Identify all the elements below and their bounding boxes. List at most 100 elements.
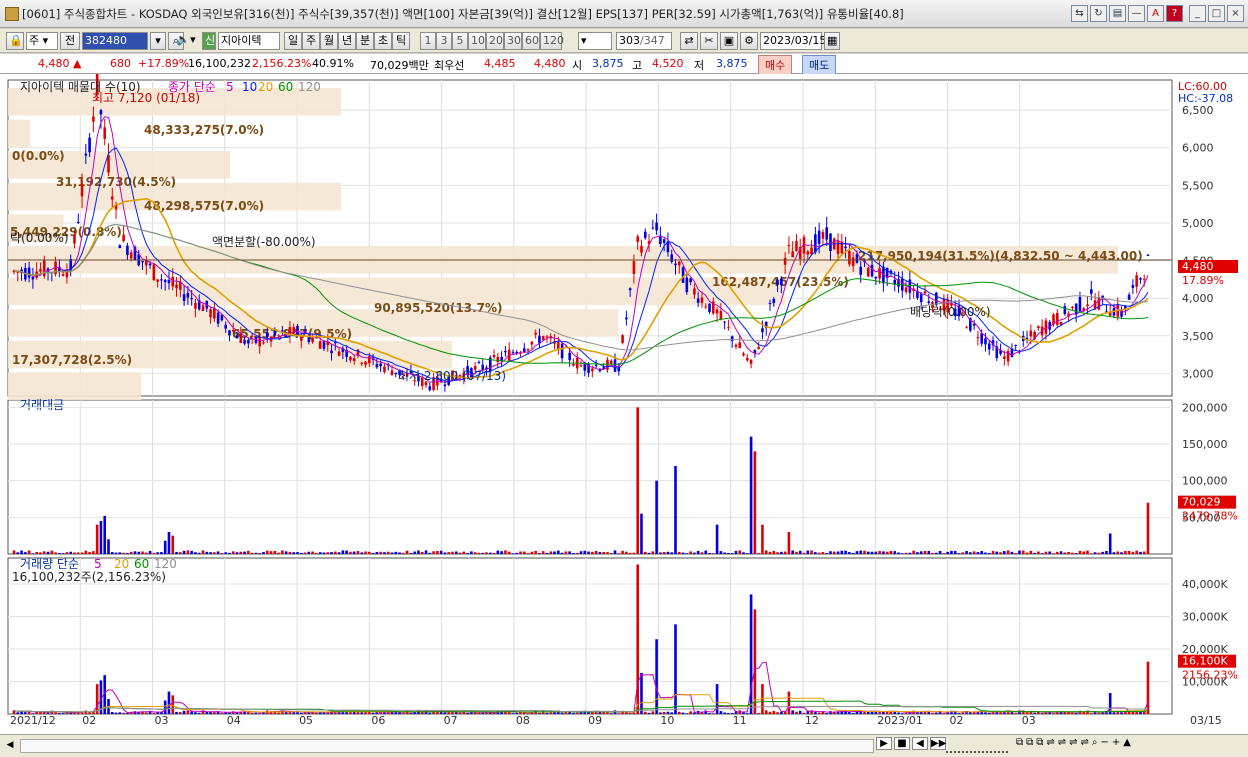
chart-scrollbar[interactable]: ◀ ▶ ■ ◀ ▶▶ ⧉⧉⧉⇌⇌⇌⇌⌕−+▲: [0, 734, 1248, 757]
amount-bar: [39, 552, 42, 554]
period-button-0[interactable]: 일: [284, 32, 302, 50]
print-icon[interactable]: ▤: [1109, 5, 1126, 22]
amount-bar: [874, 551, 878, 554]
interval-button-1[interactable]: 1: [420, 32, 436, 50]
lock-icon[interactable]: 🔒: [6, 32, 24, 50]
play-icon[interactable]: ▶: [876, 737, 892, 750]
refresh-icon[interactable]: ↻: [1090, 5, 1107, 22]
amount-bar: [103, 515, 107, 554]
amount-bar: [141, 551, 144, 554]
amount-bar: [46, 551, 50, 554]
volume-bar: [662, 711, 666, 714]
market-select[interactable]: 주 ▾: [26, 32, 58, 50]
volume-bar: [31, 713, 35, 714]
volume-bar: [772, 710, 776, 714]
amount-bar: [530, 551, 534, 554]
period-button-5[interactable]: 초: [374, 32, 392, 50]
close-button[interactable]: ×: [1227, 5, 1244, 22]
candle-body: [31, 276, 35, 280]
period-button-6[interactable]: 틱: [392, 32, 410, 50]
amount-bar: [1021, 550, 1025, 554]
minimize-button[interactable]: _: [1189, 5, 1206, 22]
volume-bar: [1139, 711, 1142, 714]
interval-button-3[interactable]: 3: [436, 32, 452, 50]
candle-body: [167, 280, 171, 284]
amount-title: 거래대금: [20, 398, 64, 412]
interval-button-10[interactable]: 10: [468, 32, 486, 50]
volume-bar: [1131, 711, 1135, 714]
amount-bar: [712, 553, 715, 554]
fast-forward-icon[interactable]: ▶▶: [930, 737, 946, 750]
volume-profile-label: 0(0.0%): [12, 149, 65, 163]
view-mode-icons[interactable]: ⧉⧉⧉⇌⇌⇌⇌⌕−+▲: [1016, 737, 1134, 748]
candle-body: [693, 288, 696, 295]
interval-button-120[interactable]: 120: [540, 32, 564, 50]
amount-bar: [844, 550, 847, 554]
calendar-icon[interactable]: ▦: [824, 32, 840, 50]
interval-button-5[interactable]: 5: [452, 32, 468, 50]
amount-bar: [451, 551, 454, 554]
sell-button[interactable]: 매도: [802, 55, 837, 75]
help-icon[interactable]: ?: [1166, 5, 1183, 22]
volume-bar: [110, 712, 114, 714]
amount-bar: [1037, 551, 1040, 554]
x-axis-label: 03: [1022, 714, 1036, 727]
candle-body: [734, 344, 738, 347]
interval-input[interactable]: ▾: [578, 32, 612, 50]
volume-bar: [163, 700, 167, 714]
save-icon[interactable]: ▣: [720, 32, 738, 50]
volume-bar: [1063, 712, 1067, 714]
chart-area[interactable]: 2021/12 02 03 04 05 06 07 08 09 10 11 12 2023/01 02 03…: [0, 73, 1248, 734]
candle-body: [27, 267, 31, 278]
amount-bar: [541, 551, 545, 554]
candle-body: [80, 184, 84, 197]
scroll-left-icon[interactable]: ◀: [4, 739, 16, 751]
period-button-4[interactable]: 분: [356, 32, 374, 50]
stop-icon[interactable]: ■: [894, 737, 910, 750]
compare-icon[interactable]: ⇄: [680, 32, 698, 50]
date-input[interactable]: 2023/03/15: [760, 32, 826, 50]
panel-frame-2: [7, 557, 1173, 715]
buy-button[interactable]: 매수: [758, 55, 793, 75]
scissors-icon[interactable]: ✂: [700, 32, 718, 50]
period-button-2[interactable]: 월: [320, 32, 338, 50]
zoom-slider[interactable]: [946, 739, 1008, 753]
volume-bar: [976, 712, 980, 714]
amount-bar: [303, 552, 307, 554]
period-button-3[interactable]: 년: [338, 32, 356, 50]
period-button-1[interactable]: 주: [302, 32, 320, 50]
candle-body: [821, 232, 825, 239]
interval-button-60[interactable]: 60: [522, 32, 540, 50]
amount-bar: [496, 550, 500, 554]
maximize-button[interactable]: □: [1208, 5, 1225, 22]
amount-bar: [674, 466, 677, 554]
back-icon[interactable]: ◀: [912, 737, 928, 750]
amount-bar: [742, 552, 745, 554]
amount-bar: [969, 552, 972, 554]
amount-bar: [292, 552, 296, 554]
all-button[interactable]: 전: [60, 32, 80, 50]
dropdown-icon[interactable]: ▾: [150, 32, 166, 50]
stock-chart-svg[interactable]: 2021/12 02 03 04 05 06 07 08 09 10 11 12 2023/01 02 03…: [0, 73, 1248, 734]
amount-bar: [194, 552, 197, 554]
amount-bar: [662, 551, 666, 554]
volume-bar: [258, 712, 261, 714]
code-input[interactable]: 382480: [82, 32, 148, 50]
amount-bar: [1139, 551, 1142, 554]
speaker-icon[interactable]: 🔈▾: [172, 32, 200, 50]
amount-bar: [1082, 551, 1086, 554]
link-icon[interactable]: ⇆: [1071, 5, 1088, 22]
scroll-track[interactable]: [20, 739, 874, 753]
font-icon[interactable]: A: [1147, 5, 1164, 22]
amount-bar: [628, 552, 632, 554]
candle-body: [496, 356, 500, 363]
interval-button-20[interactable]: 20: [486, 32, 504, 50]
volume-bar: [254, 712, 258, 714]
settings-icon[interactable]: ⚙: [740, 32, 758, 50]
candle-body: [1139, 278, 1142, 280]
amount-bar: [583, 550, 587, 554]
volume-bar: [753, 609, 757, 714]
pin-icon[interactable]: —: [1128, 5, 1145, 22]
interval-button-30[interactable]: 30: [504, 32, 522, 50]
amount-bar: [413, 551, 416, 554]
